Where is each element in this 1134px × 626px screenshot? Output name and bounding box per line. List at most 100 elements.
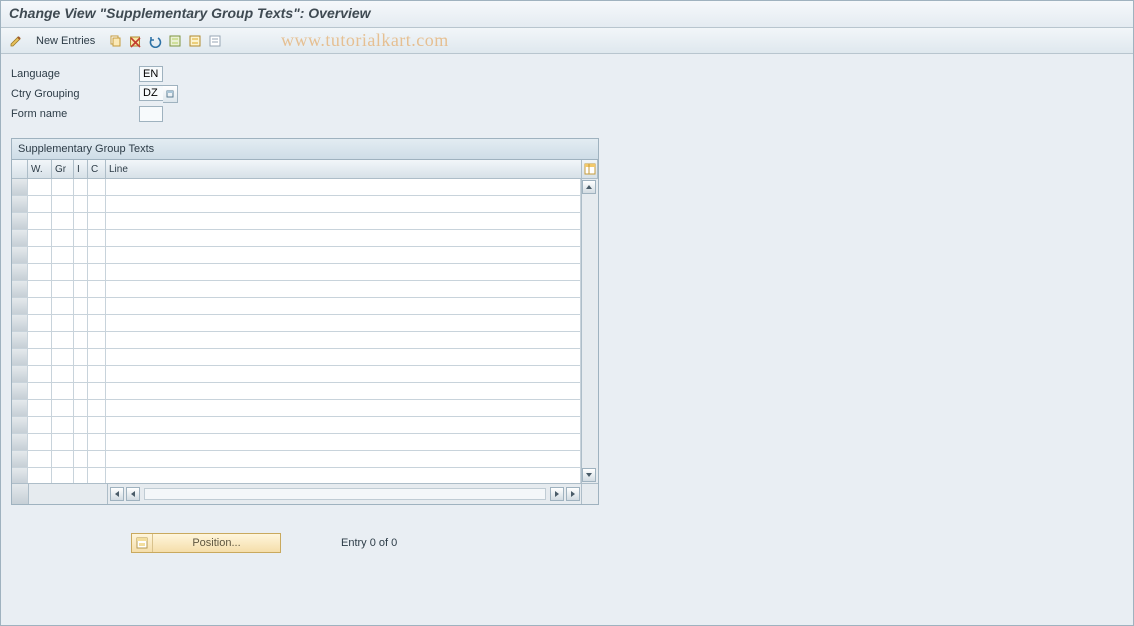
scroll-last-button[interactable]	[566, 487, 580, 501]
cell-line[interactable]	[106, 298, 581, 314]
cell-gr[interactable]	[52, 315, 74, 331]
ctry-grouping-f4-button[interactable]	[163, 85, 178, 103]
cell-w[interactable]	[28, 400, 52, 416]
cell-gr[interactable]	[52, 451, 74, 467]
cell-i[interactable]	[74, 230, 88, 246]
cell-i[interactable]	[74, 417, 88, 433]
row-select-button[interactable]	[12, 451, 28, 467]
row-select-button[interactable]	[12, 315, 28, 331]
cell-i[interactable]	[74, 315, 88, 331]
row-select-button[interactable]	[12, 332, 28, 348]
cell-gr[interactable]	[52, 366, 74, 382]
cell-c[interactable]	[88, 451, 106, 467]
new-entries-button[interactable]: New Entries	[27, 32, 104, 50]
cell-gr[interactable]	[52, 196, 74, 212]
cell-gr[interactable]	[52, 383, 74, 399]
cell-w[interactable]	[28, 298, 52, 314]
cell-c[interactable]	[88, 281, 106, 297]
scroll-first-button[interactable]	[110, 487, 124, 501]
cell-c[interactable]	[88, 213, 106, 229]
cell-w[interactable]	[28, 213, 52, 229]
cell-w[interactable]	[28, 230, 52, 246]
cell-c[interactable]	[88, 400, 106, 416]
cell-i[interactable]	[74, 298, 88, 314]
cell-gr[interactable]	[52, 179, 74, 195]
cell-i[interactable]	[74, 213, 88, 229]
cell-w[interactable]	[28, 315, 52, 331]
language-input[interactable]	[139, 66, 163, 82]
cell-line[interactable]	[106, 468, 581, 483]
row-select-button[interactable]	[12, 400, 28, 416]
cell-line[interactable]	[106, 434, 581, 450]
cell-i[interactable]	[74, 179, 88, 195]
cell-line[interactable]	[106, 400, 581, 416]
cell-w[interactable]	[28, 434, 52, 450]
cell-line[interactable]	[106, 230, 581, 246]
cell-line[interactable]	[106, 315, 581, 331]
row-select-button[interactable]	[12, 179, 28, 195]
cell-gr[interactable]	[52, 332, 74, 348]
cell-i[interactable]	[74, 468, 88, 483]
cell-line[interactable]	[106, 332, 581, 348]
cell-c[interactable]	[88, 434, 106, 450]
row-select-button[interactable]	[12, 434, 28, 450]
row-select-button[interactable]	[12, 264, 28, 280]
cell-w[interactable]	[28, 468, 52, 483]
cell-i[interactable]	[74, 264, 88, 280]
cell-gr[interactable]	[52, 281, 74, 297]
cell-c[interactable]	[88, 332, 106, 348]
column-header-line[interactable]: Line	[106, 160, 582, 178]
delete-icon[interactable]	[126, 32, 144, 50]
cell-i[interactable]	[74, 400, 88, 416]
cell-c[interactable]	[88, 417, 106, 433]
scroll-down-button[interactable]	[582, 468, 596, 482]
cell-w[interactable]	[28, 264, 52, 280]
cell-w[interactable]	[28, 417, 52, 433]
row-select-button[interactable]	[12, 417, 28, 433]
row-select-button[interactable]	[12, 230, 28, 246]
row-select-button[interactable]	[12, 383, 28, 399]
cell-i[interactable]	[74, 383, 88, 399]
select-block-icon[interactable]	[186, 32, 204, 50]
cell-w[interactable]	[28, 451, 52, 467]
cell-gr[interactable]	[52, 264, 74, 280]
row-select-button[interactable]	[12, 298, 28, 314]
horizontal-scrollbar[interactable]	[108, 484, 598, 504]
position-button[interactable]: Position...	[131, 533, 281, 553]
hscroll-track[interactable]	[144, 488, 546, 500]
cell-gr[interactable]	[52, 213, 74, 229]
cell-w[interactable]	[28, 332, 52, 348]
column-header-w[interactable]: W.	[28, 160, 52, 178]
row-select-button[interactable]	[12, 366, 28, 382]
cell-line[interactable]	[106, 349, 581, 365]
cell-i[interactable]	[74, 349, 88, 365]
copy-icon[interactable]	[106, 32, 124, 50]
cell-line[interactable]	[106, 417, 581, 433]
row-select-button[interactable]	[12, 281, 28, 297]
undo-icon[interactable]	[146, 32, 164, 50]
row-select-button[interactable]	[12, 196, 28, 212]
row-select-button[interactable]	[12, 468, 28, 483]
cell-i[interactable]	[74, 366, 88, 382]
cell-i[interactable]	[74, 332, 88, 348]
column-header-c[interactable]: C	[88, 160, 106, 178]
cell-c[interactable]	[88, 264, 106, 280]
cell-w[interactable]	[28, 366, 52, 382]
cell-gr[interactable]	[52, 468, 74, 483]
cell-c[interactable]	[88, 230, 106, 246]
cell-line[interactable]	[106, 179, 581, 195]
cell-i[interactable]	[74, 247, 88, 263]
row-select-button[interactable]	[12, 349, 28, 365]
cell-w[interactable]	[28, 349, 52, 365]
vertical-scrollbar[interactable]	[581, 179, 598, 483]
cell-w[interactable]	[28, 179, 52, 195]
cell-gr[interactable]	[52, 417, 74, 433]
pencil-icon[interactable]	[7, 32, 25, 50]
select-all-icon[interactable]	[166, 32, 184, 50]
scroll-left-button[interactable]	[126, 487, 140, 501]
cell-w[interactable]	[28, 196, 52, 212]
cell-w[interactable]	[28, 281, 52, 297]
cell-line[interactable]	[106, 451, 581, 467]
cell-c[interactable]	[88, 179, 106, 195]
select-all-rows-button[interactable]	[12, 484, 29, 504]
